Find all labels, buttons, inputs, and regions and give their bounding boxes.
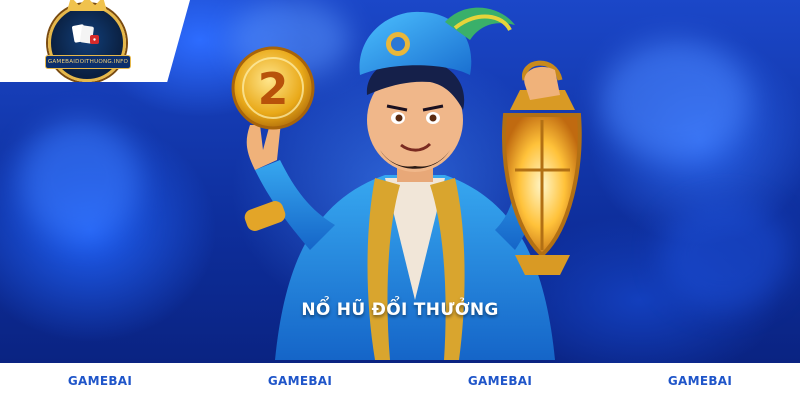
footer-link-gamebai-2[interactable]: GAMEBAI: [200, 363, 400, 400]
blur-blob: [20, 120, 140, 240]
footer-nav: GAMEBAI GAMEBAI GAMEBAI GAMEBAI: [0, 363, 800, 400]
coin-number: 2: [258, 64, 289, 115]
footer-link-gamebai-1[interactable]: GAMEBAI: [0, 363, 200, 400]
blur-blob: [660, 200, 790, 310]
crown-icon: [67, 0, 107, 11]
cards-dice-icon: [72, 24, 99, 44]
footer-link-gamebai-4[interactable]: GAMEBAI: [600, 363, 800, 400]
logo-tab: GAMEBAIDOITHUONG.INFO: [0, 0, 190, 82]
logo-text: GAMEBAIDOITHUONG.INFO: [45, 55, 131, 69]
blur-blob: [600, 40, 750, 160]
hero-caption: NỔ HŨ ĐỔI THƯỞNG: [301, 300, 499, 320]
site-logo[interactable]: GAMEBAIDOITHUONG.INFO: [45, 0, 131, 82]
footer-link-gamebai-3[interactable]: GAMEBAI: [400, 363, 600, 400]
